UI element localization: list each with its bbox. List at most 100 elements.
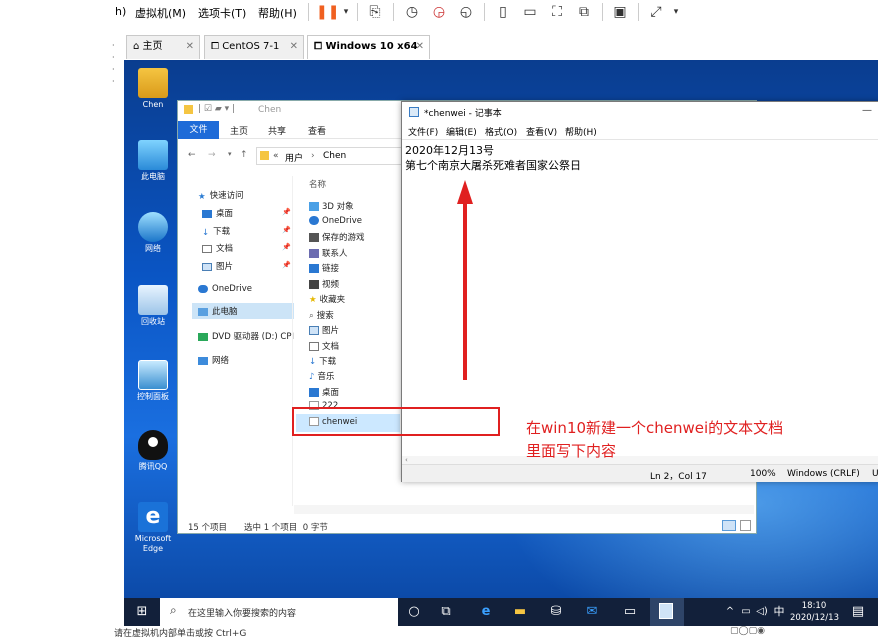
breadcrumb-users[interactable]: 用户 — [285, 151, 303, 164]
close-icon[interactable]: ✕ — [290, 36, 298, 58]
file-item-contacts[interactable]: 联系人 — [309, 247, 348, 259]
status-selection: 选中 1 个项目 0 字节 — [244, 523, 328, 533]
menu-help[interactable]: 帮助(H) — [258, 5, 297, 21]
close-icon[interactable]: ✕ — [416, 36, 424, 58]
task-view-icon[interactable]: ⧉ — [436, 602, 456, 622]
menu-file[interactable]: 文件(F) — [408, 125, 438, 138]
unity-icon[interactable]: ⧉ — [574, 2, 594, 22]
breadcrumb-chen[interactable]: Chen — [323, 151, 346, 161]
menu-view-partial[interactable]: h) — [115, 5, 126, 18]
windows-start-icon[interactable]: ⊞ — [132, 602, 152, 622]
pane-splitter[interactable] — [292, 176, 293, 506]
desktop-icon-control-panel[interactable]: 控制面板 — [128, 360, 178, 402]
file-item-onedrive[interactable]: OneDrive — [309, 216, 362, 226]
menu-format[interactable]: 格式(O) — [485, 125, 517, 138]
details-view-icon[interactable] — [722, 520, 736, 531]
edge-icon[interactable]: e — [476, 602, 496, 622]
desktop-icon-network[interactable]: 网络 — [128, 212, 178, 254]
desktop-icon-chen[interactable]: Chen — [128, 68, 178, 110]
ribbon-tab-share[interactable]: 共享 — [268, 124, 286, 137]
quick-access-toolbar-icon[interactable]: | ☑ ▰ ▾ | — [198, 104, 235, 114]
column-header-name[interactable]: 名称 — [309, 178, 326, 190]
back-arrow-icon[interactable]: ← — [188, 150, 196, 160]
thumbnail-icon[interactable]: ▭ — [520, 2, 540, 22]
tab-windows10[interactable]: ⧠ Windows 10 x64 ✕ — [307, 35, 430, 59]
pin-icon[interactable]: 📌 — [282, 208, 291, 216]
cortana-icon[interactable]: ○ — [404, 602, 424, 622]
file-item-documents[interactable]: 文档 — [309, 340, 339, 352]
forward-arrow-icon[interactable]: → — [208, 150, 216, 160]
file-item-downloads[interactable]: ↓ 下载 — [309, 355, 336, 367]
clock-time: 18:10 — [801, 601, 827, 611]
file-item-videos[interactable]: 视频 — [309, 278, 339, 290]
address-bar[interactable]: « 用户 › Chen — [256, 147, 406, 165]
pause-icon[interactable]: ❚❚ — [316, 2, 339, 22]
terminal-icon[interactable]: ▭ — [620, 602, 640, 622]
file-item-3d-objects[interactable]: 3D 对象 — [309, 200, 354, 212]
chevron-down-icon[interactable]: ▾ — [336, 2, 356, 22]
nav-dvd-drive[interactable]: DVD 驱动器 (D:) CPI — [198, 330, 294, 342]
file-item-links[interactable]: 链接 — [309, 262, 339, 274]
minimize-icon[interactable]: — — [862, 105, 872, 116]
pin-icon[interactable]: 📌 — [282, 261, 291, 269]
music-icon: ♪ — [309, 372, 315, 382]
snapshot-icon[interactable]: ◷ — [402, 2, 422, 22]
annotation-highlight-box — [292, 407, 500, 436]
file-item-searches[interactable]: ⌕ 搜索 — [309, 309, 334, 321]
pin-icon[interactable]: 📌 — [282, 243, 291, 251]
ribbon-tab-home[interactable]: 主页 — [230, 124, 248, 137]
stretch-icon[interactable]: ⤢ — [646, 2, 666, 22]
ribbon-tab-file[interactable]: 文件 — [178, 121, 219, 139]
file-explorer-icon[interactable]: ▬ — [510, 602, 530, 622]
fullscreen-icon[interactable]: ⛶ — [547, 2, 567, 22]
sidebar-toggle-icon[interactable]: ▯ — [493, 2, 513, 22]
nav-pictures[interactable]: 图片 — [202, 260, 233, 272]
chevron-down-icon[interactable]: ▾ — [228, 150, 232, 158]
nav-downloads[interactable]: ↓ 下载 — [202, 225, 230, 238]
large-icons-view-icon[interactable] — [740, 520, 751, 531]
desktop-icon-label: 腾讯QQ — [138, 462, 168, 471]
tab-centos[interactable]: ⧠ CentOS 7-1 ✕ — [204, 35, 304, 59]
revert-snapshot-icon[interactable]: ◶ — [429, 2, 449, 22]
mail-icon[interactable]: ✉ — [582, 602, 602, 622]
nav-this-pc[interactable]: 此电脑 — [198, 305, 238, 317]
file-item-pictures[interactable]: 图片 — [309, 324, 339, 336]
chevron-down-icon[interactable]: ▾ — [666, 2, 686, 22]
horizontal-scrollbar[interactable] — [294, 505, 754, 514]
up-arrow-icon[interactable]: ↑ — [240, 150, 248, 160]
nav-desktop[interactable]: 桌面 — [202, 207, 233, 219]
menu-help[interactable]: 帮助(H) — [565, 125, 597, 138]
file-item-saved-games[interactable]: 保存的游戏 — [309, 231, 365, 243]
ribbon-tab-view[interactable]: 查看 — [308, 124, 326, 137]
file-item-desktop[interactable]: 桌面 — [309, 386, 339, 398]
nav-documents[interactable]: 文档 — [202, 242, 233, 254]
menu-view[interactable]: 查看(V) — [526, 125, 557, 138]
nav-onedrive[interactable]: OneDrive — [198, 284, 252, 294]
file-item-favorites[interactable]: ★ 收藏夹 — [309, 293, 345, 305]
desktop-icon-this-pc[interactable]: 此电脑 — [128, 140, 178, 182]
store-icon[interactable]: ⛁ — [546, 602, 566, 622]
notepad-taskbar-active[interactable] — [650, 598, 684, 626]
toolbar-divider — [484, 3, 485, 21]
taskbar-search-box[interactable]: ⌕ 在这里输入你要搜索的内容 — [160, 598, 398, 626]
menu-tabs[interactable]: 选项卡(T) — [198, 5, 246, 21]
desktop-icon-qq[interactable]: 腾讯QQ — [128, 430, 178, 472]
snapshot-manager-icon[interactable]: ◵ — [456, 2, 476, 22]
menu-vm[interactable]: 虚拟机(M) — [135, 5, 186, 21]
ime-indicator[interactable]: 中 — [769, 602, 789, 622]
device-status-icon[interactable]: ▢◯▢◉ — [730, 626, 765, 636]
pin-icon[interactable]: 📌 — [282, 226, 291, 234]
send-keys-icon[interactable]: ⎘ — [365, 2, 385, 22]
file-item-music[interactable]: ♪ 音乐 — [309, 370, 334, 382]
tab-home[interactable]: ⌂ 主页 ✕ — [126, 35, 200, 59]
desktop-icon-edge[interactable]: e Microsoft Edge — [128, 502, 178, 554]
vmware-status-hint: 请在虚拟机内部单击或按 Ctrl+G ▢◯▢◉ — [0, 626, 892, 637]
nav-network[interactable]: 网络 — [198, 354, 229, 366]
nav-quick-access[interactable]: ★ 快速访问 — [198, 189, 244, 202]
notification-icon[interactable]: ▤ — [848, 602, 868, 622]
console-icon[interactable]: ▣ — [610, 2, 630, 22]
taskbar-clock[interactable]: 18:10 2020/12/13 — [790, 600, 839, 624]
desktop-icon-recycle-bin[interactable]: 回收站 — [128, 285, 178, 327]
close-icon[interactable]: ✕ — [186, 36, 194, 58]
menu-edit[interactable]: 编辑(E) — [446, 125, 477, 138]
